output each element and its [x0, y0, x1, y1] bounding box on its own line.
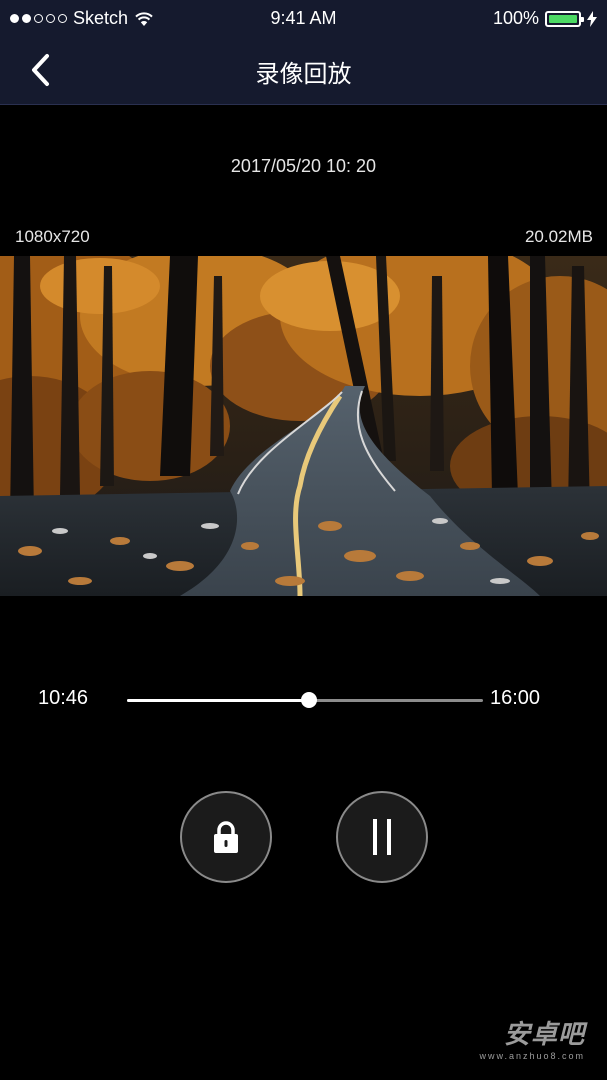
current-time: 10:46 — [38, 687, 89, 709]
page-title: 录像回放 — [255, 61, 352, 88]
battery-percentage: 100% — [492, 8, 539, 28]
pause-button[interactable] — [336, 791, 428, 883]
watermark-logo: 安卓吧 www.anzhuo8.com — [479, 1014, 585, 1061]
video-resolution: 1080x720 — [15, 227, 90, 246]
navigation-bar: 录像回放 — [0, 36, 607, 105]
recording-timestamp: 2017/05/20 10: 20 — [230, 156, 377, 176]
video-player[interactable] — [0, 256, 607, 596]
charging-bolt-icon — [587, 10, 597, 27]
pause-icon — [373, 819, 391, 855]
lock-button[interactable] — [180, 791, 272, 883]
status-bar-right: 100% — [493, 8, 597, 29]
progress-thumb[interactable] — [300, 692, 317, 708]
status-bar: Sketch 9:41 AM 100% — [0, 0, 607, 36]
progress-slider[interactable] — [127, 692, 483, 708]
total-time: 16:00 — [490, 687, 541, 709]
file-size: 20.02MB — [524, 227, 593, 246]
video-frame-image — [0, 256, 607, 596]
watermark-text: 安卓吧 — [503, 1019, 585, 1049]
watermark-url: www.anzhuo8.com — [479, 1051, 585, 1061]
battery-icon — [545, 10, 584, 27]
progress-fill — [127, 699, 309, 702]
lock-icon — [214, 821, 238, 853]
